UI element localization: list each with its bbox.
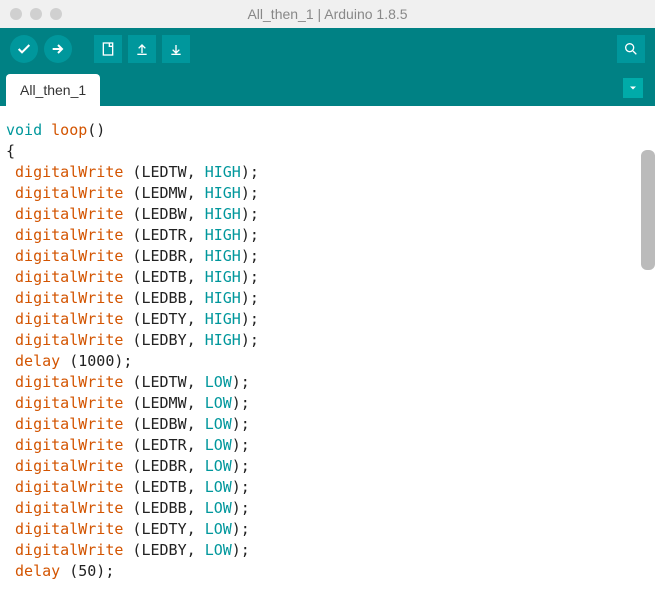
close-window-button[interactable] xyxy=(10,8,22,20)
code-line: digitalWrite (LEDTY, HIGH); xyxy=(6,309,649,330)
code-line: digitalWrite (LEDTR, LOW); xyxy=(6,435,649,456)
new-file-button[interactable] xyxy=(94,35,122,63)
toolbar xyxy=(0,28,655,70)
tab-menu-button[interactable] xyxy=(623,78,643,98)
upload-button[interactable] xyxy=(44,35,72,63)
code-line: digitalWrite (LEDBB, LOW); xyxy=(6,498,649,519)
code-line: digitalWrite (LEDTB, LOW); xyxy=(6,477,649,498)
code-line: digitalWrite (LEDBW, LOW); xyxy=(6,414,649,435)
code-line: digitalWrite (LEDMW, HIGH); xyxy=(6,183,649,204)
zoom-window-button[interactable] xyxy=(50,8,62,20)
tab-bar: All_then_1 xyxy=(0,70,655,106)
window-titlebar: All_then_1 | Arduino 1.8.5 xyxy=(0,0,655,28)
code-line: digitalWrite (LEDTW, LOW); xyxy=(6,372,649,393)
code-line: digitalWrite (LEDBB, HIGH); xyxy=(6,288,649,309)
code-line: digitalWrite (LEDBY, LOW); xyxy=(6,540,649,561)
code-line: delay (50); xyxy=(6,561,649,582)
code-line: digitalWrite (LEDBY, HIGH); xyxy=(6,330,649,351)
serial-monitor-button[interactable] xyxy=(617,35,645,63)
code-line: digitalWrite (LEDTW, HIGH); xyxy=(6,162,649,183)
tab-label: All_then_1 xyxy=(20,82,86,98)
tab-sketch[interactable]: All_then_1 xyxy=(6,74,100,106)
open-file-button[interactable] xyxy=(128,35,156,63)
code-line: digitalWrite (LEDTB, HIGH); xyxy=(6,267,649,288)
code-line: digitalWrite (LEDBR, HIGH); xyxy=(6,246,649,267)
code-line: delay (1000); xyxy=(6,351,649,372)
code-line: digitalWrite (LEDMW, LOW); xyxy=(6,393,649,414)
code-line: digitalWrite (LEDBR, LOW); xyxy=(6,456,649,477)
code-line: void loop() xyxy=(6,120,649,141)
code-line: digitalWrite (LEDBW, HIGH); xyxy=(6,204,649,225)
vertical-scrollbar[interactable] xyxy=(641,150,655,270)
verify-button[interactable] xyxy=(10,35,38,63)
code-line: digitalWrite (LEDTR, HIGH); xyxy=(6,225,649,246)
traffic-lights xyxy=(10,8,62,20)
minimize-window-button[interactable] xyxy=(30,8,42,20)
window-title: All_then_1 | Arduino 1.8.5 xyxy=(247,6,407,22)
code-line: { xyxy=(6,141,649,162)
code-line: digitalWrite (LEDTY, LOW); xyxy=(6,519,649,540)
save-button[interactable] xyxy=(162,35,190,63)
code-editor[interactable]: void loop(){ digitalWrite (LEDTW, HIGH);… xyxy=(0,106,655,600)
